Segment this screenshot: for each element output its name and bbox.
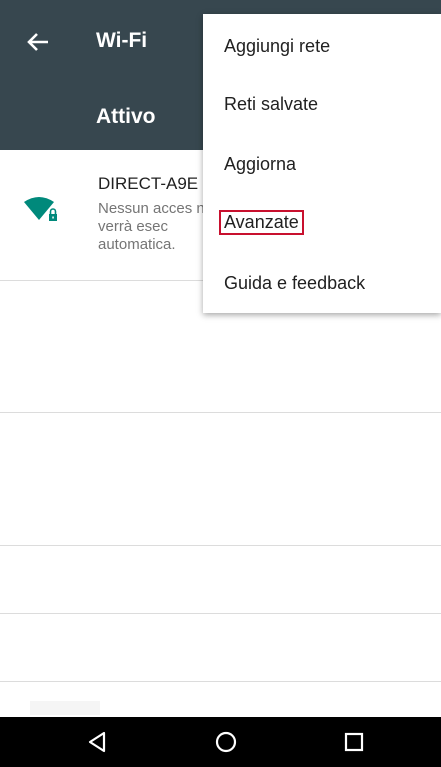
page-title: Wi-Fi — [96, 29, 148, 52]
menu-item-avanzate[interactable]: Avanzate — [219, 210, 304, 235]
back-triangle-icon[interactable] — [82, 727, 112, 757]
wifi-locked-icon — [22, 194, 60, 226]
menu-item-aggiungi-rete[interactable]: Aggiungi rete — [224, 36, 330, 57]
section-title: Attivo — [96, 105, 156, 128]
list-item — [0, 546, 441, 614]
list-item — [0, 413, 441, 546]
system-nav-bar — [0, 717, 441, 767]
menu-item-aggiorna[interactable]: Aggiorna — [224, 154, 296, 175]
home-circle-icon[interactable] — [211, 727, 241, 757]
menu-item-guida-e-feedback[interactable]: Guida e feedback — [224, 273, 365, 294]
partial-row-content — [30, 701, 100, 715]
menu-item-reti-salvate[interactable]: Reti salvate — [224, 94, 318, 115]
list-item — [0, 614, 441, 682]
back-arrow-icon[interactable] — [22, 26, 54, 58]
recents-square-icon[interactable] — [339, 727, 369, 757]
overflow-menu: Aggiungi rete Reti salvate Aggiorna Avan… — [203, 14, 441, 313]
network-name: DIRECT-A9E — [98, 174, 199, 193]
